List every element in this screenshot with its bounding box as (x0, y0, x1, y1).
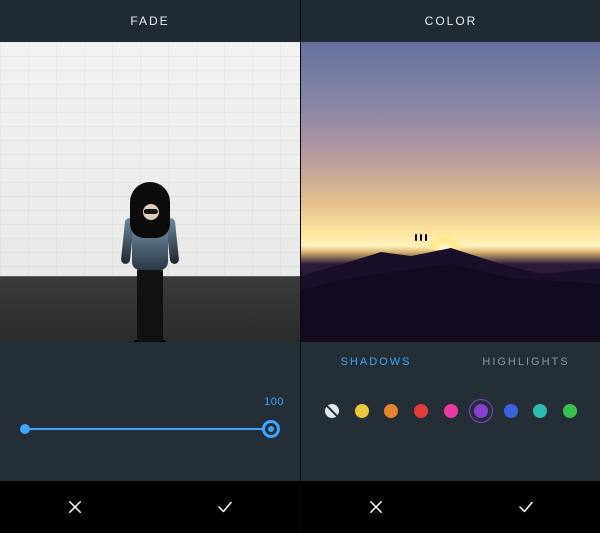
tab-shadows[interactable]: SHADOWS (301, 356, 451, 368)
close-icon (367, 498, 385, 516)
panel-fade: FADE 100 (0, 0, 301, 533)
accept-button[interactable] (150, 481, 300, 533)
swatch-yellow[interactable] (355, 404, 369, 418)
check-icon (517, 498, 535, 516)
swatch-purple[interactable] (474, 404, 488, 418)
preview-fade (0, 42, 300, 342)
swatch-green[interactable] (563, 404, 577, 418)
header-title-fade: FADE (130, 14, 169, 28)
close-icon (66, 498, 84, 516)
swatch-pink[interactable] (444, 404, 458, 418)
header-fade: FADE (0, 0, 300, 42)
swatch-blue[interactable] (504, 404, 518, 418)
photo-sunset (301, 42, 600, 342)
swatch-teal[interactable] (533, 404, 547, 418)
swatch-orange[interactable] (384, 404, 398, 418)
bottombar-color (301, 481, 600, 533)
accept-button[interactable] (451, 481, 600, 533)
fade-slider-thumb[interactable] (262, 420, 280, 438)
cancel-button[interactable] (301, 481, 451, 533)
swatch-none[interactable] (325, 404, 339, 418)
fade-slider-value: 100 (264, 396, 284, 408)
controls-fade: 100 (0, 342, 300, 481)
cancel-button[interactable] (0, 481, 150, 533)
tab-highlights[interactable]: HIGHLIGHTS (451, 356, 600, 368)
color-swatches (301, 404, 600, 418)
photo-fade (0, 42, 300, 342)
fade-slider-track (24, 428, 276, 430)
preview-color (301, 42, 600, 342)
bottombar-fade (0, 481, 300, 533)
fade-slider[interactable]: 100 (20, 418, 280, 458)
color-tabs: SHADOWS HIGHLIGHTS (301, 342, 600, 382)
header-title-color: COLOR (425, 14, 478, 28)
panel-color: COLOR SHADOWS HIGHLIGHTS (301, 0, 600, 533)
check-icon (216, 498, 234, 516)
header-color: COLOR (301, 0, 600, 42)
fade-slider-start (20, 424, 30, 434)
controls-color: SHADOWS HIGHLIGHTS (301, 342, 600, 481)
swatch-red[interactable] (414, 404, 428, 418)
